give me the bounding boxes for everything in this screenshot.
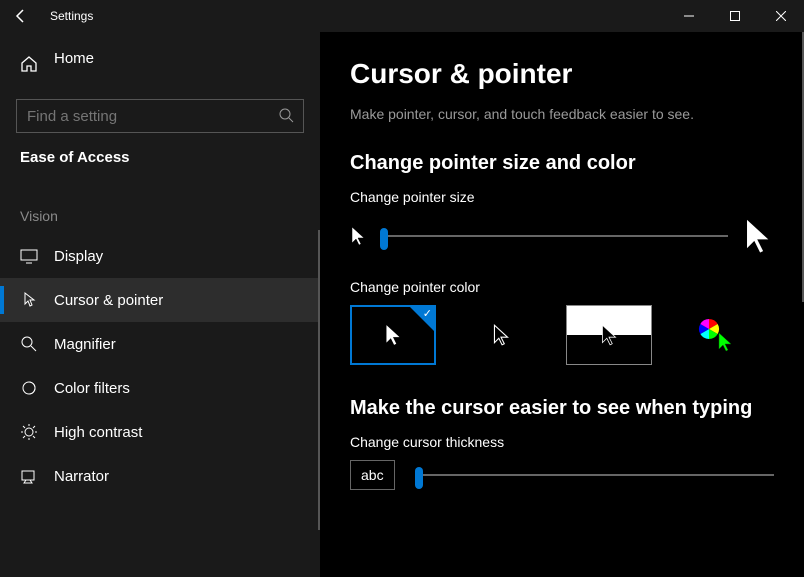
pointer-color-row bbox=[350, 305, 774, 365]
group-title: Vision bbox=[0, 208, 320, 224]
color-option-custom[interactable] bbox=[674, 305, 760, 365]
pointer-size-slider[interactable] bbox=[380, 235, 728, 237]
app-title: Settings bbox=[50, 9, 93, 23]
large-cursor-icon bbox=[742, 215, 774, 257]
section-size-color-title: Change pointer size and color bbox=[350, 152, 774, 175]
sidebar-item-cursor-pointer[interactable]: Cursor & pointer bbox=[0, 278, 320, 322]
sidebar-home[interactable]: Home bbox=[0, 38, 320, 89]
close-icon bbox=[776, 11, 786, 21]
sidebar-item-display[interactable]: Display bbox=[0, 234, 320, 278]
category-title: Ease of Access bbox=[0, 149, 320, 166]
home-icon bbox=[20, 55, 38, 73]
inverted-cursor-icon bbox=[600, 323, 618, 347]
cursor-thickness-label: Change cursor thickness bbox=[350, 434, 774, 450]
close-button[interactable] bbox=[758, 0, 804, 32]
home-label: Home bbox=[54, 50, 94, 67]
back-button[interactable] bbox=[0, 0, 42, 32]
black-cursor-icon bbox=[492, 323, 510, 347]
display-icon bbox=[20, 247, 38, 265]
titlebar: Settings bbox=[0, 0, 804, 32]
content-pane: Cursor & pointer Make pointer, cursor, a… bbox=[320, 32, 804, 577]
thickness-preview: abc bbox=[350, 460, 395, 490]
color-filters-icon bbox=[20, 379, 38, 397]
sidebar-item-high-contrast[interactable]: High contrast bbox=[0, 410, 320, 454]
sidebar-item-label: Narrator bbox=[54, 468, 109, 485]
pointer-size-label: Change pointer size bbox=[350, 189, 774, 205]
window-controls bbox=[666, 0, 804, 32]
narrator-icon bbox=[20, 467, 38, 485]
search-wrap bbox=[16, 99, 304, 133]
cursor-pointer-icon bbox=[20, 291, 38, 309]
arrow-left-icon bbox=[13, 8, 29, 24]
color-option-inverted[interactable] bbox=[566, 305, 652, 365]
sidebar-item-color-filters[interactable]: Color filters bbox=[0, 366, 320, 410]
minimize-button[interactable] bbox=[666, 0, 712, 32]
white-cursor-icon bbox=[384, 323, 402, 347]
sidebar-item-label: High contrast bbox=[54, 424, 142, 441]
maximize-button[interactable] bbox=[712, 0, 758, 32]
small-cursor-icon bbox=[350, 225, 366, 247]
magnifier-icon bbox=[20, 335, 38, 353]
maximize-icon bbox=[730, 11, 740, 21]
color-option-black[interactable] bbox=[458, 305, 544, 365]
sidebar: Home Ease of Access Vision Display Curso… bbox=[0, 32, 320, 577]
search-input[interactable] bbox=[16, 99, 304, 133]
page-description: Make pointer, cursor, and touch feedback… bbox=[350, 106, 774, 122]
color-wheel-icon bbox=[697, 317, 737, 353]
sidebar-item-label: Cursor & pointer bbox=[54, 292, 163, 309]
pointer-size-row bbox=[350, 215, 774, 257]
minimize-icon bbox=[684, 11, 694, 21]
sidebar-item-magnifier[interactable]: Magnifier bbox=[0, 322, 320, 366]
sidebar-item-label: Display bbox=[54, 248, 103, 265]
search-icon bbox=[278, 107, 294, 123]
section-cursor-typing-title: Make the cursor easier to see when typin… bbox=[350, 397, 774, 420]
sidebar-item-label: Magnifier bbox=[54, 336, 116, 353]
page-title: Cursor & pointer bbox=[350, 58, 774, 90]
cursor-thickness-slider[interactable] bbox=[415, 474, 774, 476]
high-contrast-icon bbox=[20, 423, 38, 441]
color-option-white[interactable] bbox=[350, 305, 436, 365]
sidebar-item-narrator[interactable]: Narrator bbox=[0, 454, 320, 498]
cursor-thickness-row: abc bbox=[350, 460, 774, 490]
pointer-color-label: Change pointer color bbox=[350, 279, 774, 295]
sidebar-item-label: Color filters bbox=[54, 380, 130, 397]
